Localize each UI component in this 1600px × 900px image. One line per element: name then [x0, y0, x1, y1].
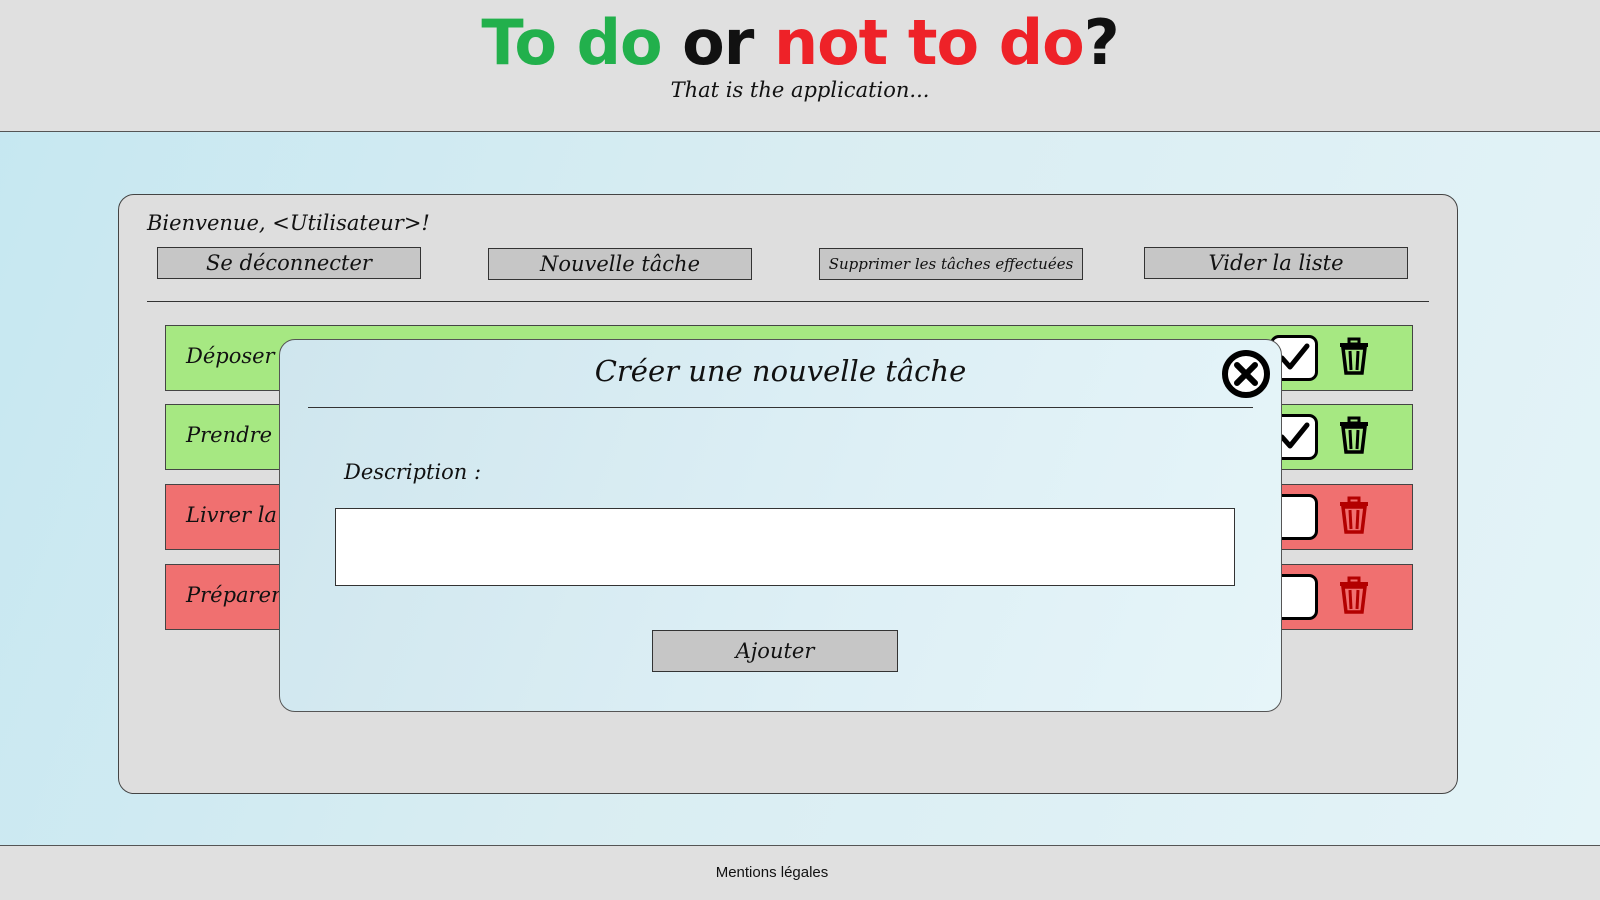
description-input[interactable] [335, 508, 1235, 586]
task-label: Prendre [186, 423, 273, 447]
title-part-not-to-do: not to do [773, 6, 1085, 79]
app-title: To do or not to do? [0, 6, 1600, 79]
task-label: Déposer [186, 344, 275, 368]
delete-done-tasks-button[interactable]: Supprimer les tâches effectuées [819, 248, 1083, 280]
new-task-modal: Créer une nouvelle tâche Description : A… [279, 339, 1282, 712]
task-label: Préparer [186, 583, 282, 607]
legal-notice-link[interactable]: Mentions légales [0, 864, 1544, 881]
trash-icon[interactable] [1336, 336, 1372, 376]
title-part-do: do [576, 6, 663, 79]
title-part-question: ? [1083, 6, 1120, 79]
app-footer: Mentions légales [0, 845, 1600, 900]
modal-title: Créer une nouvelle tâche [594, 354, 967, 388]
app-header: To do or not to do? That is the applicat… [0, 0, 1600, 132]
welcome-message: Bienvenue, <Utilisateur>! [147, 211, 430, 235]
description-label: Description : [344, 460, 482, 484]
new-task-button[interactable]: Nouvelle tâche [488, 248, 752, 280]
title-part-to: To [481, 6, 557, 79]
clear-list-button[interactable]: Vider la liste [1144, 247, 1408, 279]
task-label: Livrer la [186, 503, 277, 527]
logout-button[interactable]: Se déconnecter [157, 247, 421, 279]
app-tagline: That is the application... [670, 78, 930, 102]
trash-icon[interactable] [1336, 575, 1372, 615]
modal-divider [308, 407, 1253, 408]
trash-icon[interactable] [1336, 495, 1372, 535]
close-icon[interactable] [1220, 348, 1272, 400]
panel-divider [147, 301, 1429, 302]
add-task-button[interactable]: Ajouter [652, 630, 898, 672]
trash-icon[interactable] [1336, 415, 1372, 455]
title-part-or: or [682, 6, 754, 79]
